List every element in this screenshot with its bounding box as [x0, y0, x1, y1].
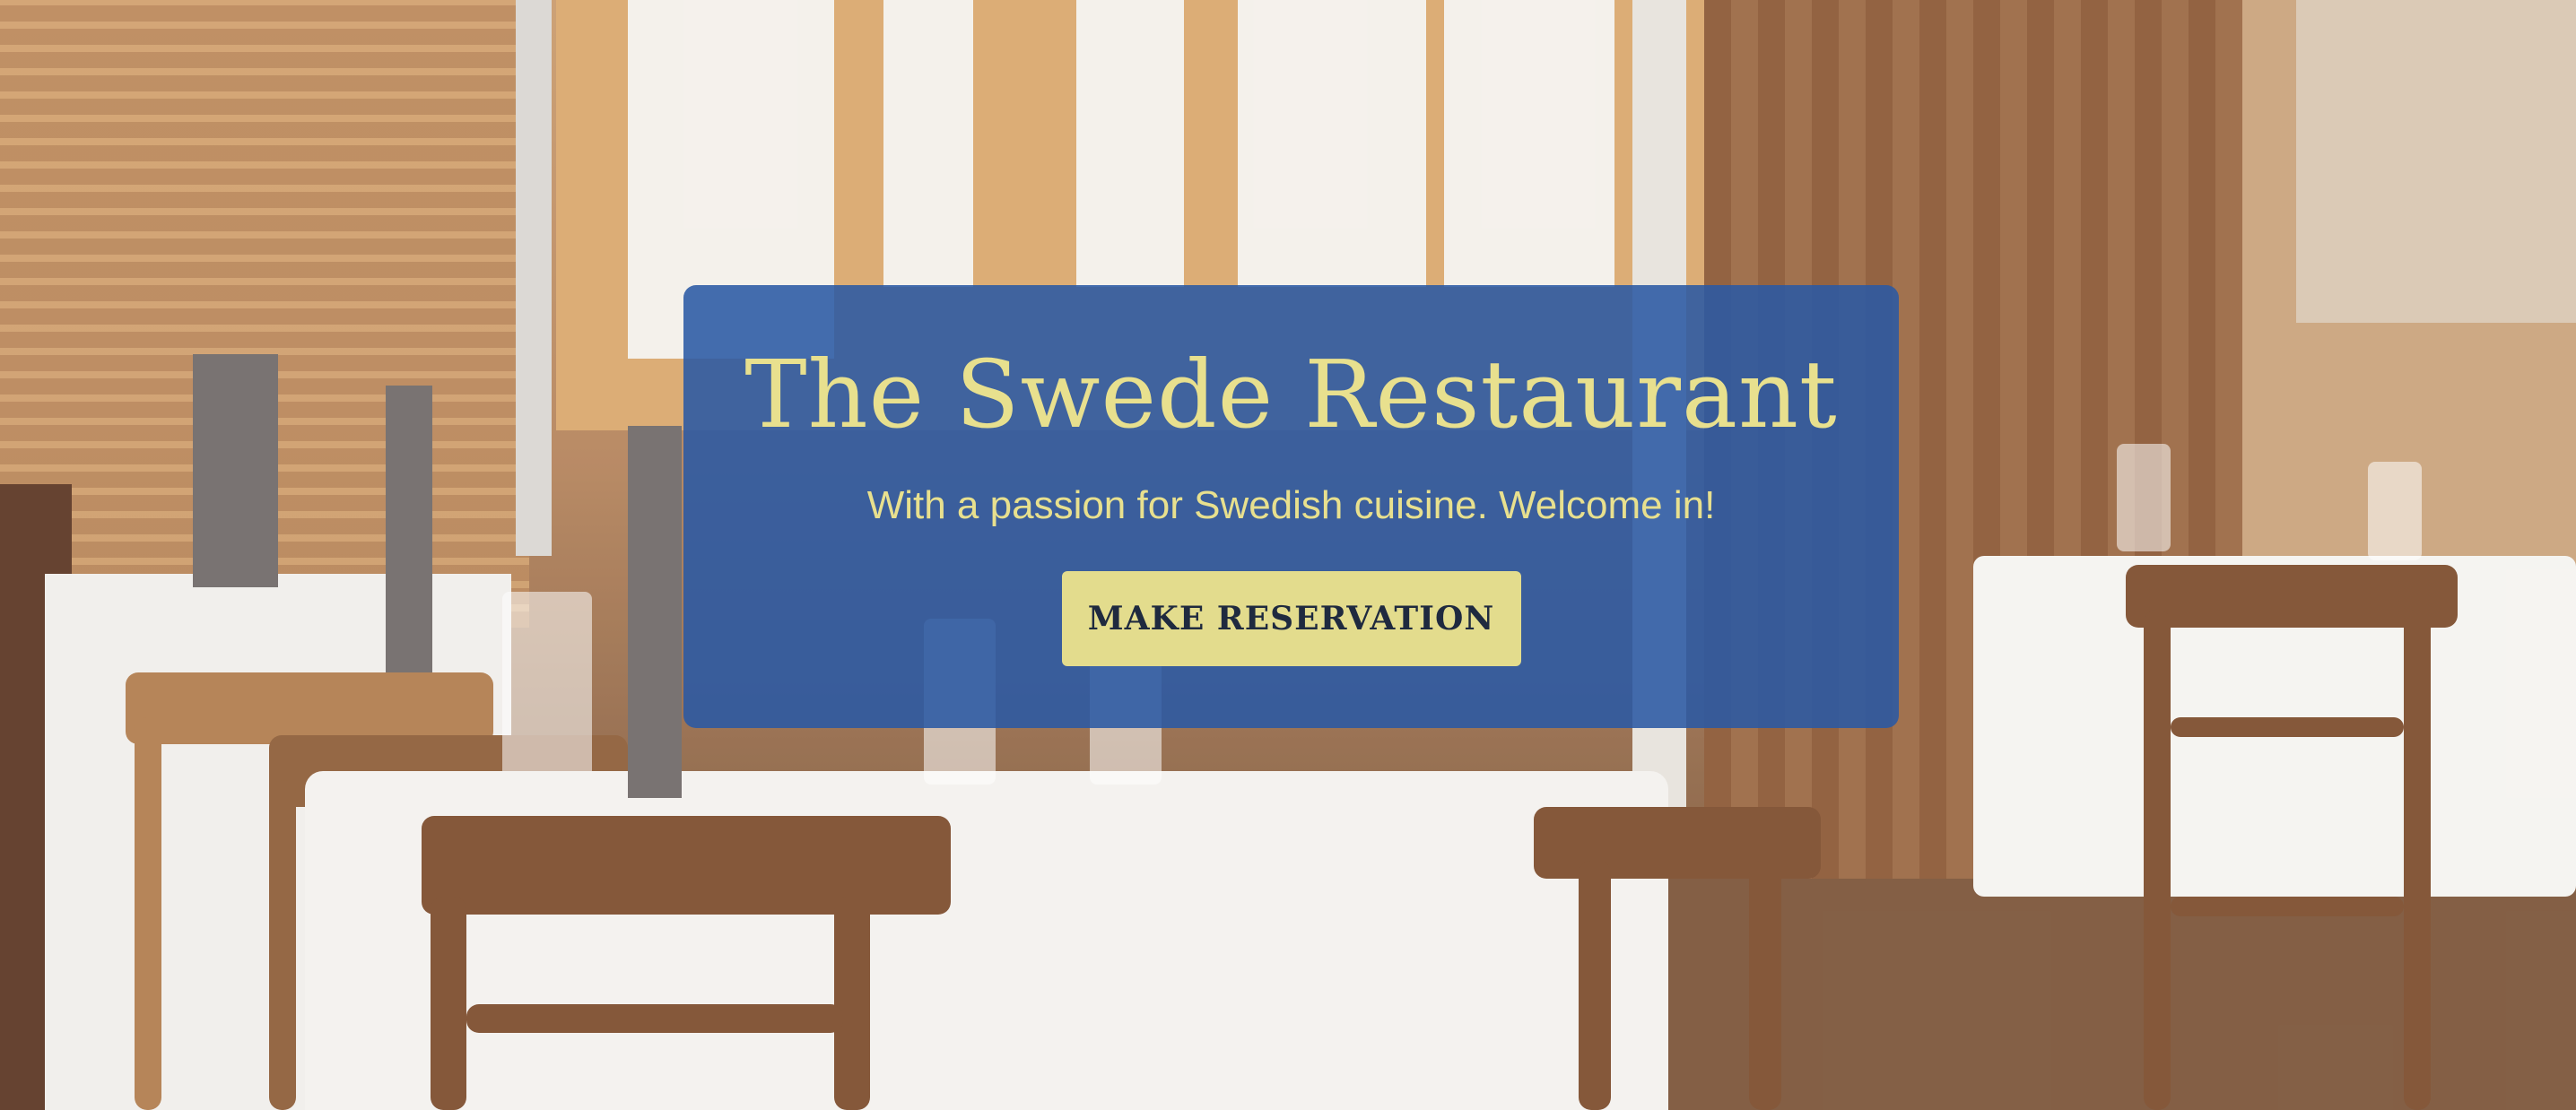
hero-card: The Swede Restaurant With a passion for … — [683, 285, 1899, 728]
welcome-subtitle: With a passion for Swedish cuisine. Welc… — [866, 482, 1716, 527]
hero-section: The Swede Restaurant With a passion for … — [0, 0, 2576, 1110]
make-reservation-button[interactable]: MAKE RESERVATION — [1061, 570, 1521, 666]
restaurant-title: The Swede Restaurant — [744, 340, 1838, 449]
